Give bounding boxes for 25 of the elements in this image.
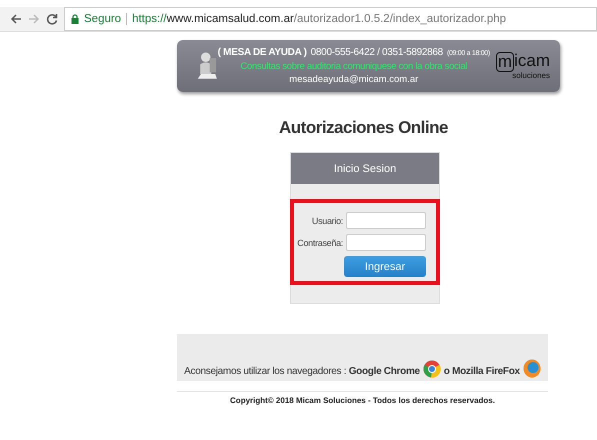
phone-numbers: 0800-555-6422 / 0351-5892868 — [310, 46, 443, 59]
firefox-icon — [522, 358, 541, 378]
company-logo: m icam — [496, 52, 550, 72]
login-button[interactable]: Ingresar — [344, 256, 426, 277]
audit-notice: Consultas sobre auditoria comuniquese con la obra social — [240, 60, 468, 73]
security-label: Seguro — [84, 13, 128, 25]
field-label: Usuario: — [312, 216, 343, 226]
copyright-text: Copyright© 2018 Micam Soluciones - Todos los derechos reservados. — [177, 391, 548, 406]
address-bar[interactable]: Seguro https://www.micamsalud.com.ar/autorizador1.0.5.2/index_autorizador.php — [64, 7, 597, 31]
input-field[interactable] — [346, 212, 426, 229]
help-desk-title: ( MESA DE AYUDA ) — [218, 46, 307, 59]
logo-subtitle: soluciones — [512, 72, 550, 80]
url-text: https://www.micamsalud.com.ar/autorizador1.0.5.2/index_autorizador.php — [132, 13, 506, 25]
browser-advice: Aconsejamos utilizar los navegadores : Google Chrome — [184, 366, 420, 378]
back-icon[interactable] — [10, 13, 22, 25]
help-email: mesadeayuda@micam.com.ar — [289, 73, 418, 86]
forward-icon[interactable] — [28, 13, 40, 25]
lock-icon — [71, 14, 79, 24]
input-field[interactable] — [346, 234, 426, 251]
reload-icon[interactable] — [46, 13, 58, 25]
firefox-label: o Mozilla FireFox — [444, 366, 520, 378]
chrome-icon — [422, 360, 441, 378]
panel-header: Inicio Sesion — [291, 153, 439, 184]
page-title: Autorizaciones Online — [279, 118, 448, 138]
field-label: Contraseña: — [297, 238, 343, 248]
